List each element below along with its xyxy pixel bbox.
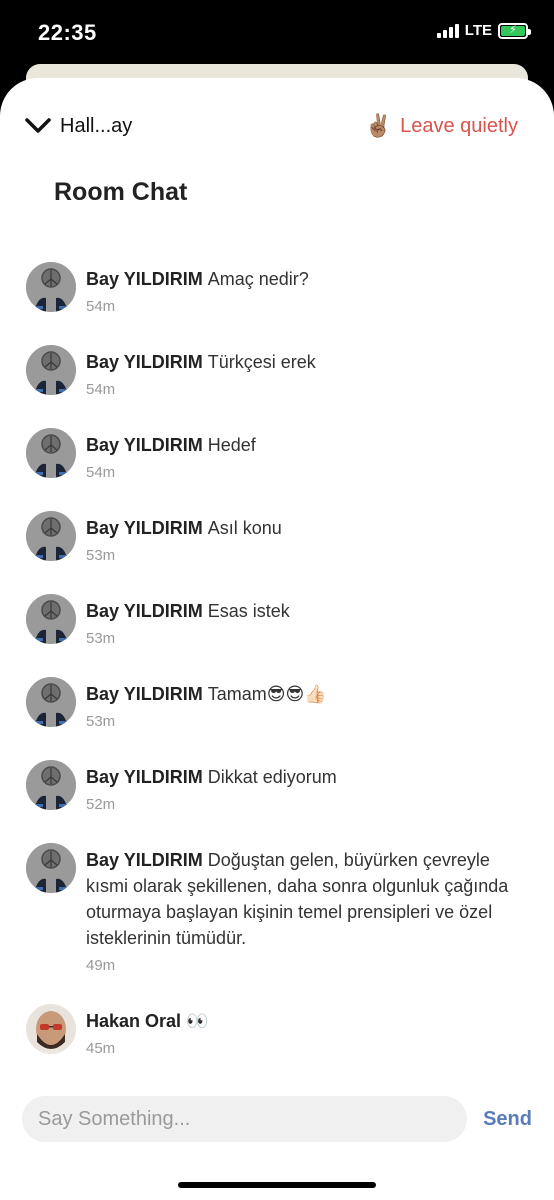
chevron-down-icon: [25, 118, 51, 133]
message-input-wrapper: [22, 1096, 468, 1142]
avatar[interactable]: [26, 262, 76, 312]
message-content: Asıl konu: [207, 518, 282, 538]
page-title: Room Chat: [54, 178, 188, 206]
message-author[interactable]: Hakan Oral: [86, 1011, 181, 1031]
message-author[interactable]: Bay YILDIRIM: [86, 601, 203, 621]
avatar[interactable]: [26, 428, 76, 478]
message-timestamp: 53m: [86, 630, 116, 647]
chat-message-list[interactable]: Bay YILDIRIM Amaç nedir? 54m Bay YILDIRIM T…: [0, 262, 554, 1082]
message-content: Esas istek: [207, 601, 290, 621]
avatar[interactable]: [26, 345, 76, 395]
chat-message: Bay YILDIRIM Tamam😎😎👍🏻 53m: [0, 677, 554, 730]
message-text: Bay YILDIRIM Dikkat ediyorum: [86, 764, 530, 790]
message-author[interactable]: Bay YILDIRIM: [86, 435, 203, 455]
home-indicator: [178, 1182, 376, 1188]
avatar[interactable]: [26, 1004, 76, 1054]
message-body: Bay YILDIRIM Türkçesi erek 54m: [86, 345, 530, 398]
message-input[interactable]: [38, 1107, 452, 1131]
signal-bars-icon: [436, 23, 459, 38]
message-content: Amaç nedir?: [207, 269, 309, 289]
message-timestamp: 54m: [86, 464, 116, 481]
chat-message: Hakan Oral 👀 45m: [0, 1004, 554, 1057]
status-bar: 22:35 LTE ⚡: [0, 0, 554, 66]
message-author[interactable]: Bay YILDIRIM: [86, 269, 203, 289]
message-text: Bay YILDIRIM Tamam😎😎👍🏻: [86, 681, 530, 707]
avatar[interactable]: [26, 677, 76, 727]
message-body: Bay YILDIRIM Hedef 54m: [86, 428, 530, 481]
message-text: Bay YILDIRIM Türkçesi erek: [86, 349, 530, 375]
message-author[interactable]: Bay YILDIRIM: [86, 684, 203, 704]
room-top-bar: Hall...ay ✌🏽 Leave quietly: [24, 108, 518, 144]
leave-quietly-button[interactable]: ✌🏽 Leave quietly: [365, 113, 518, 139]
message-text: Bay YILDIRIM Hedef: [86, 432, 530, 458]
message-content: Dikkat ediyorum: [207, 767, 337, 787]
message-author[interactable]: Bay YILDIRIM: [86, 767, 203, 787]
message-timestamp: 45m: [86, 1040, 116, 1057]
avatar[interactable]: [26, 511, 76, 561]
message-timestamp: 53m: [86, 713, 116, 730]
message-body: Bay YILDIRIM Amaç nedir? 54m: [86, 262, 530, 315]
avatar[interactable]: [26, 760, 76, 810]
chat-message: Bay YILDIRIM Hedef 54m: [0, 428, 554, 481]
message-timestamp: 54m: [86, 298, 116, 315]
room-collapse-toggle[interactable]: Hall...ay: [24, 115, 132, 138]
network-label: LTE: [464, 22, 492, 39]
message-content: Türkçesi erek: [207, 352, 316, 372]
peace-hand-icon: ✌🏽: [364, 113, 393, 138]
message-text: Bay YILDIRIM Asıl konu: [86, 515, 530, 541]
chat-message: Bay YILDIRIM Doğuştan gelen, büyürken çev…: [0, 843, 554, 974]
message-timestamp: 52m: [86, 796, 116, 813]
chat-message: Bay YILDIRIM Esas istek 53m: [0, 594, 554, 647]
message-content: 👀: [186, 1011, 209, 1031]
message-text: Bay YILDIRIM Doğuştan gelen, büyürken çev…: [86, 847, 530, 951]
avatar[interactable]: [26, 594, 76, 644]
message-timestamp: 49m: [86, 957, 116, 974]
message-content: Hedef: [207, 435, 256, 455]
message-timestamp: 54m: [86, 381, 116, 398]
chat-message: Bay YILDIRIM Türkçesi erek 54m: [0, 345, 554, 398]
message-body: Bay YILDIRIM Esas istek 53m: [86, 594, 530, 647]
message-body: Bay YILDIRIM Dikkat ediyorum 52m: [86, 760, 530, 813]
battery-charging-icon: ⚡: [498, 22, 531, 39]
status-time: 22:35: [38, 20, 97, 45]
status-icons: LTE ⚡: [436, 22, 531, 39]
message-composer: Send: [22, 1096, 532, 1142]
chat-message: Bay YILDIRIM Dikkat ediyorum 52m: [0, 760, 554, 813]
avatar[interactable]: [26, 843, 76, 893]
leave-quietly-label: Leave quietly: [400, 114, 518, 137]
message-body: Hakan Oral 👀 45m: [86, 1004, 530, 1057]
message-text: Bay YILDIRIM Esas istek: [86, 598, 530, 624]
message-author[interactable]: Bay YILDIRIM: [86, 352, 203, 372]
message-text: Bay YILDIRIM Amaç nedir?: [86, 266, 530, 292]
message-author[interactable]: Bay YILDIRIM: [86, 518, 203, 538]
room-name: Hall...ay: [60, 114, 133, 137]
chat-message: Bay YILDIRIM Asıl konu 53m: [0, 511, 554, 564]
message-body: Bay YILDIRIM Asıl konu 53m: [86, 511, 530, 564]
room-sheet: Hall...ay ✌🏽 Leave quietly Room Chat Bay…: [0, 78, 554, 1200]
message-content: Tamam😎😎👍🏻: [207, 684, 327, 704]
message-body: Bay YILDIRIM Tamam😎😎👍🏻 53m: [86, 677, 530, 730]
send-button[interactable]: Send: [483, 1108, 532, 1131]
message-author[interactable]: Bay YILDIRIM: [86, 850, 203, 870]
message-body: Bay YILDIRIM Doğuştan gelen, büyürken çev…: [86, 843, 530, 974]
chat-message: Bay YILDIRIM Amaç nedir? 54m: [0, 262, 554, 315]
message-text: Hakan Oral 👀: [86, 1008, 530, 1034]
message-timestamp: 53m: [86, 547, 116, 564]
